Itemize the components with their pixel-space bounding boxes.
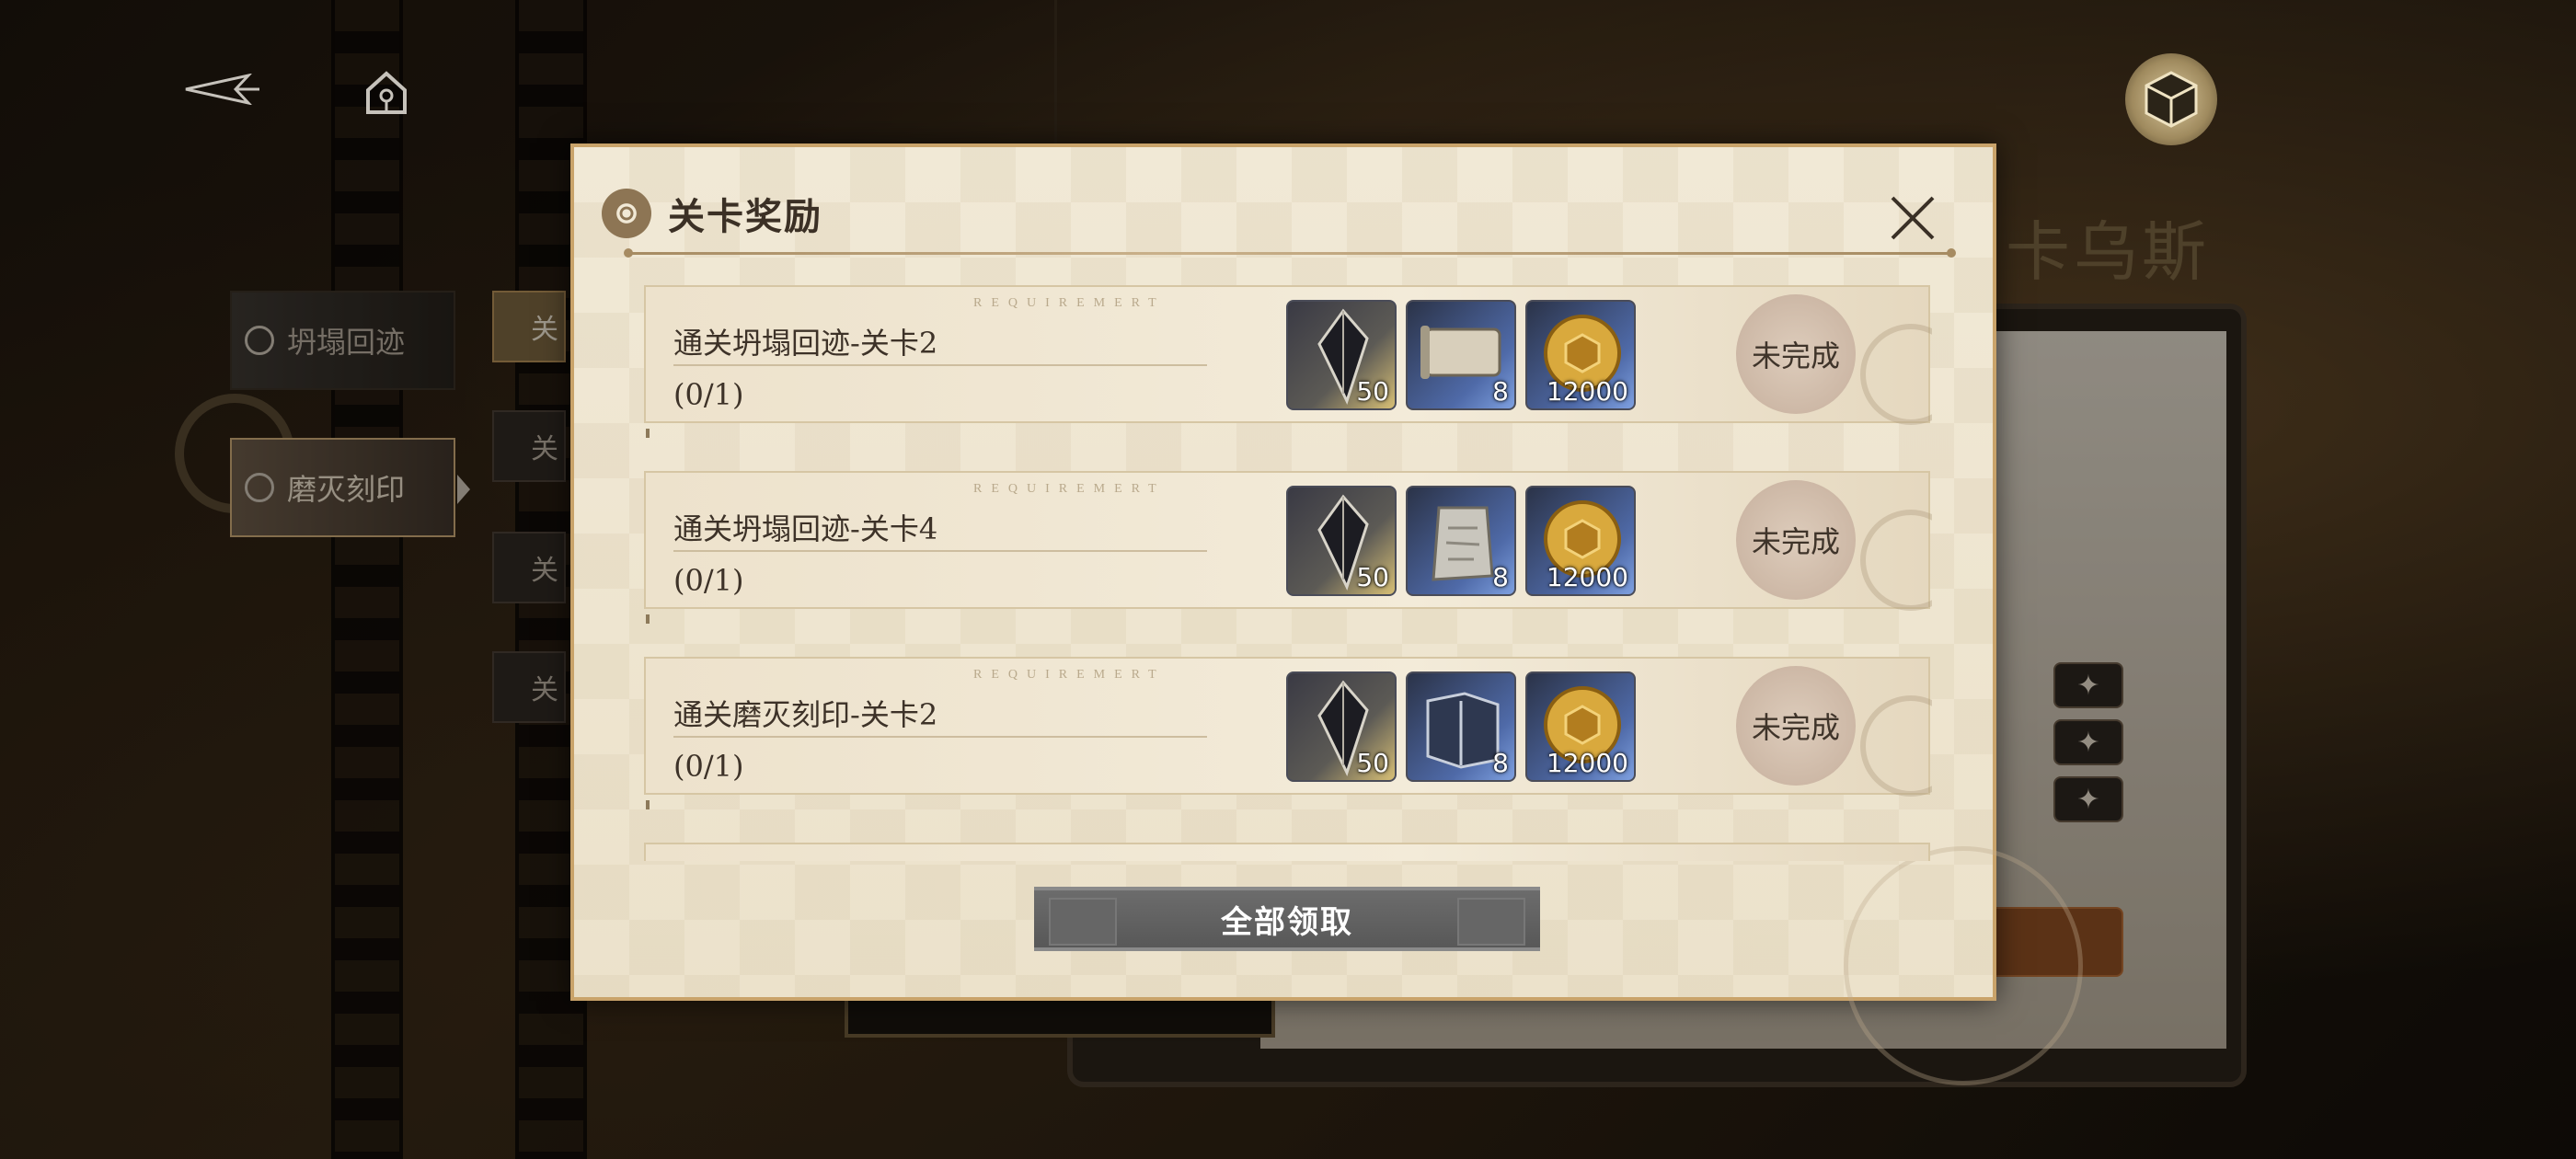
requirement-name: 通关磨灭刻印-关卡2 xyxy=(673,697,938,732)
reward-quantity: 8 xyxy=(1492,376,1509,407)
requirement-progress: (0/1) xyxy=(673,563,744,598)
requirement-caption: REQUIREMERT xyxy=(973,296,1166,310)
reward-quantity: 8 xyxy=(1492,562,1509,592)
row-divider xyxy=(673,364,1207,366)
row-tick-marker xyxy=(646,614,650,624)
reward-row: REQUIREMERT 通关磨灭刻印-关卡2 (0/1) 50 8 12000 … xyxy=(644,657,1932,809)
header-divider xyxy=(624,248,1956,258)
requirement-name: 通关坍塌回迹-关卡2 xyxy=(673,326,938,361)
stage-rewards-modal: 关卡奖励 REQUIREMERT 通关坍塌回迹-关卡2 (0/1) 50 8 1… xyxy=(570,143,2083,1085)
requirement-name: 通关坍塌回迹-关卡4 xyxy=(673,511,938,546)
requirement-progress: (0/1) xyxy=(673,377,744,412)
reward-quantity: 50 xyxy=(1356,376,1389,407)
cube-box-icon[interactable] xyxy=(2125,53,2217,145)
reward-item-coin[interactable]: 12000 xyxy=(1525,671,1636,782)
reward-quantity: 12000 xyxy=(1546,376,1628,407)
reward-row-partial xyxy=(644,843,1930,861)
row-tick-marker xyxy=(646,429,650,438)
reward-row: REQUIREMERT 通关坍塌回迹-关卡4 (0/1) 50 8 12000 … xyxy=(644,471,1932,624)
reward-item-crystal[interactable]: 50 xyxy=(1286,486,1397,596)
reward-item-coin[interactable]: 12000 xyxy=(1525,486,1636,596)
film-reel-icon xyxy=(602,189,651,238)
row-tick-marker xyxy=(646,800,650,809)
modal-title: 关卡奖励 xyxy=(668,195,822,238)
film-reel-watermark xyxy=(1860,324,1932,425)
film-reel-watermark xyxy=(1860,510,1932,611)
modal-header: 关卡奖励 xyxy=(602,186,822,241)
status-badge: 未完成 xyxy=(1736,480,1856,600)
row-divider xyxy=(673,550,1207,552)
close-button[interactable] xyxy=(1880,186,1945,250)
reward-row: REQUIREMERT 通关坍塌回迹-关卡2 (0/1) 50 8 12000 … xyxy=(644,285,1932,438)
reward-item-coin[interactable]: 12000 xyxy=(1525,300,1636,410)
requirement-caption: REQUIREMERT xyxy=(973,482,1166,496)
film-reel-watermark xyxy=(1860,695,1932,797)
reward-quantity: 50 xyxy=(1356,562,1389,592)
home-icon[interactable] xyxy=(361,66,412,118)
reward-item-scroll[interactable]: 8 xyxy=(1406,300,1516,410)
status-badge: 未完成 xyxy=(1736,666,1856,786)
row-divider xyxy=(673,736,1207,738)
reward-quantity: 12000 xyxy=(1546,748,1628,778)
claim-all-button[interactable]: 全部领取 xyxy=(1034,887,1540,951)
requirement-caption: REQUIREMERT xyxy=(973,668,1166,682)
reward-item-tablet[interactable]: 8 xyxy=(1406,486,1516,596)
reward-item-crystal[interactable]: 50 xyxy=(1286,671,1397,782)
reward-item-crystal[interactable]: 50 xyxy=(1286,300,1397,410)
reward-quantity: 12000 xyxy=(1546,562,1628,592)
requirement-progress: (0/1) xyxy=(673,749,744,784)
status-badge: 未完成 xyxy=(1736,294,1856,414)
reward-quantity: 50 xyxy=(1356,748,1389,778)
back-arrow-icon[interactable] xyxy=(184,74,261,105)
reward-item-book[interactable]: 8 xyxy=(1406,671,1516,782)
reward-quantity: 8 xyxy=(1492,748,1509,778)
close-icon xyxy=(1891,196,1935,240)
